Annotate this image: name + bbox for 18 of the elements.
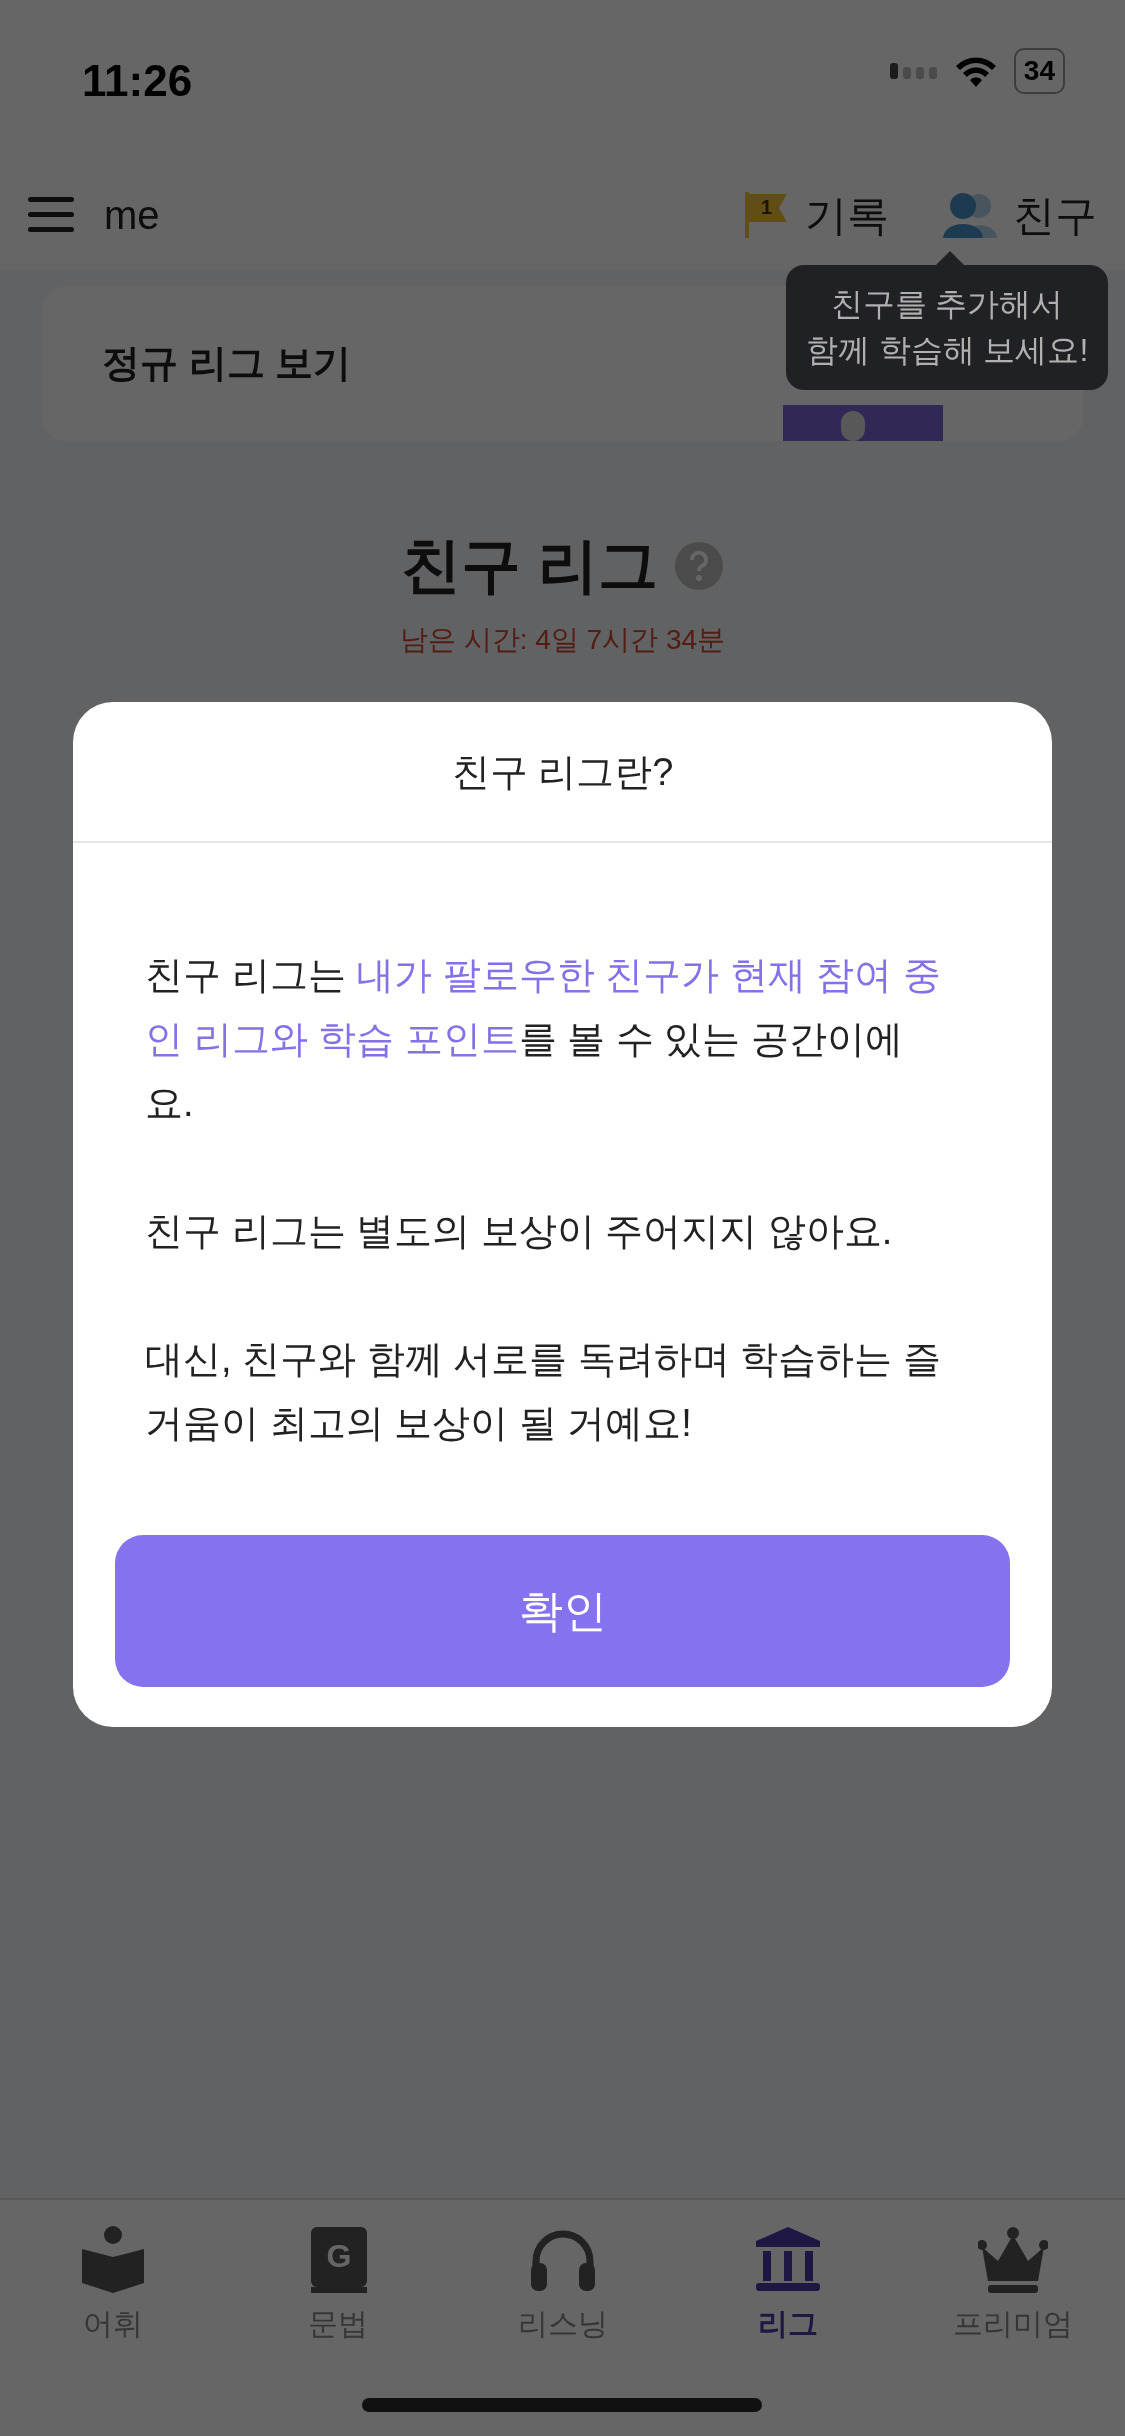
signal-icon <box>889 61 938 81</box>
remaining-time: 남은 시간: 4일 7시간 34분 <box>398 623 727 657</box>
tab[interactable]: 리그 <box>675 2224 900 2436</box>
paragraph: 대신, 친구와 함께 서로를 독려하며 학습하는 즐거움이 최고의 보상이 될 거예요! <box>145 1337 942 1446</box>
crown-icon <box>977 2225 1048 2295</box>
paragraph: 친구 리그는 별도의 보상이 주어지지 않아요. <box>145 1209 894 1254</box>
paragraph: 친구 리그는 내가 팔로우한 친구가 현재 참여 중인 리그와 학습 포인트를 볼 수 있는 공간이에요. <box>145 953 942 1126</box>
battery-level: 34 <box>1013 48 1065 94</box>
help-icon <box>673 541 724 591</box>
confirm-button[interactable]: 확인 <box>115 1535 1010 1687</box>
header-button[interactable]: 1 기록 <box>741 183 889 247</box>
league-title: 친구 리그 <box>401 531 658 601</box>
modal-title: 친구 리그란? <box>73 702 1052 843</box>
menu-icon <box>28 195 74 235</box>
status-time: 11:26 <box>82 55 193 107</box>
header-title: me <box>104 192 160 239</box>
card-label: 정규 리그 보기 <box>102 341 352 386</box>
header-button[interactable]: 친구 <box>939 183 1097 247</box>
